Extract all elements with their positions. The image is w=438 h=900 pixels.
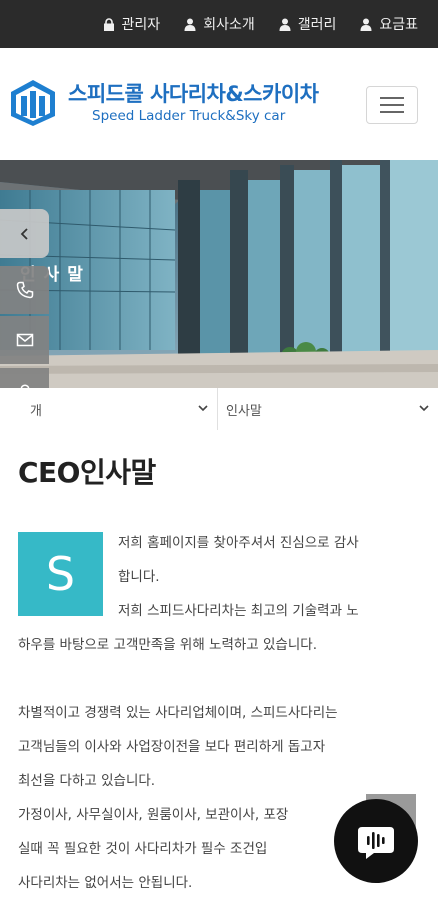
page-select-value: 인사말 [226,403,262,419]
side-phone-button[interactable] [0,266,49,314]
company-logo[interactable] [8,78,58,128]
topbar-price-label: 요금표 [379,17,418,33]
chat-button[interactable] [334,799,418,883]
lock-icon [103,17,114,31]
topbar-company-link[interactable]: 회사소개 [184,14,255,34]
greeting-text-line: 저희 홈페이지를 찾아주셔서 진심으로 감사 [118,535,359,551]
greeting-text-line: 고객님들의 이사와 사업장이전을 보다 편리하게 돕고자 [18,739,326,755]
topbar-gallery-label: 갤러리 [297,17,337,33]
page-title: CEO인사말 [18,456,156,489]
topbar-company-label: 회사소개 [203,17,255,33]
site-header: 스피드콜 사다리차&스카이차 Speed Ladder Truck&Sky ca… [0,48,438,160]
page-select[interactable]: 인사말 [218,388,438,430]
topbar-admin-link[interactable]: 관리자 [103,14,161,34]
greeting-text-line: 저희 스피드사다리차는 최고의 기술력과 노 [118,603,359,619]
side-mail-button[interactable] [0,316,49,364]
brand-name-korean[interactable]: 스피드콜 사다리차&스카이차 [68,78,319,108]
hamburger-line [380,111,404,113]
chat-icon [358,827,394,859]
hamburger-line [380,104,404,106]
mail-icon [16,333,33,347]
topbar-gallery-link[interactable]: 갤러리 [279,14,337,34]
topbar-price-link[interactable]: 요금표 [360,14,418,34]
category-select-value: 개 [30,403,42,419]
phone-icon [16,281,33,299]
brand-name-english[interactable]: Speed Ladder Truck&Sky car [92,108,285,124]
chevron-left-icon [20,227,28,240]
page-banner: 인사말 [0,160,438,388]
user-icon [184,18,196,31]
topbar-admin-label: 관리자 [121,17,161,33]
category-select[interactable]: 개 [0,388,218,430]
menu-toggle-button[interactable] [366,86,418,124]
chevron-down-icon [419,405,429,412]
sub-navigation: 개 인사말 [0,388,438,430]
top-bar: 관리자 회사소개 갤러리 요금표 [0,0,438,48]
greeting-text-line: 합니다. [118,569,160,585]
user-icon [360,18,372,31]
user-icon [279,18,291,31]
drop-cap: S [18,532,103,616]
hamburger-line [380,97,404,99]
greeting-text-line: 하우를 바탕으로 고객만족을 위해 노력하고 있습니다. [18,637,317,653]
side-menu-collapse-button[interactable] [0,209,49,258]
greeting-text-line: 차별적이고 경쟁력 있는 사다리업체이며, 스피드사다리는 [18,705,338,721]
chevron-down-icon [198,405,208,412]
greeting-text-line: 최선을 다하고 있습니다. [18,773,156,789]
